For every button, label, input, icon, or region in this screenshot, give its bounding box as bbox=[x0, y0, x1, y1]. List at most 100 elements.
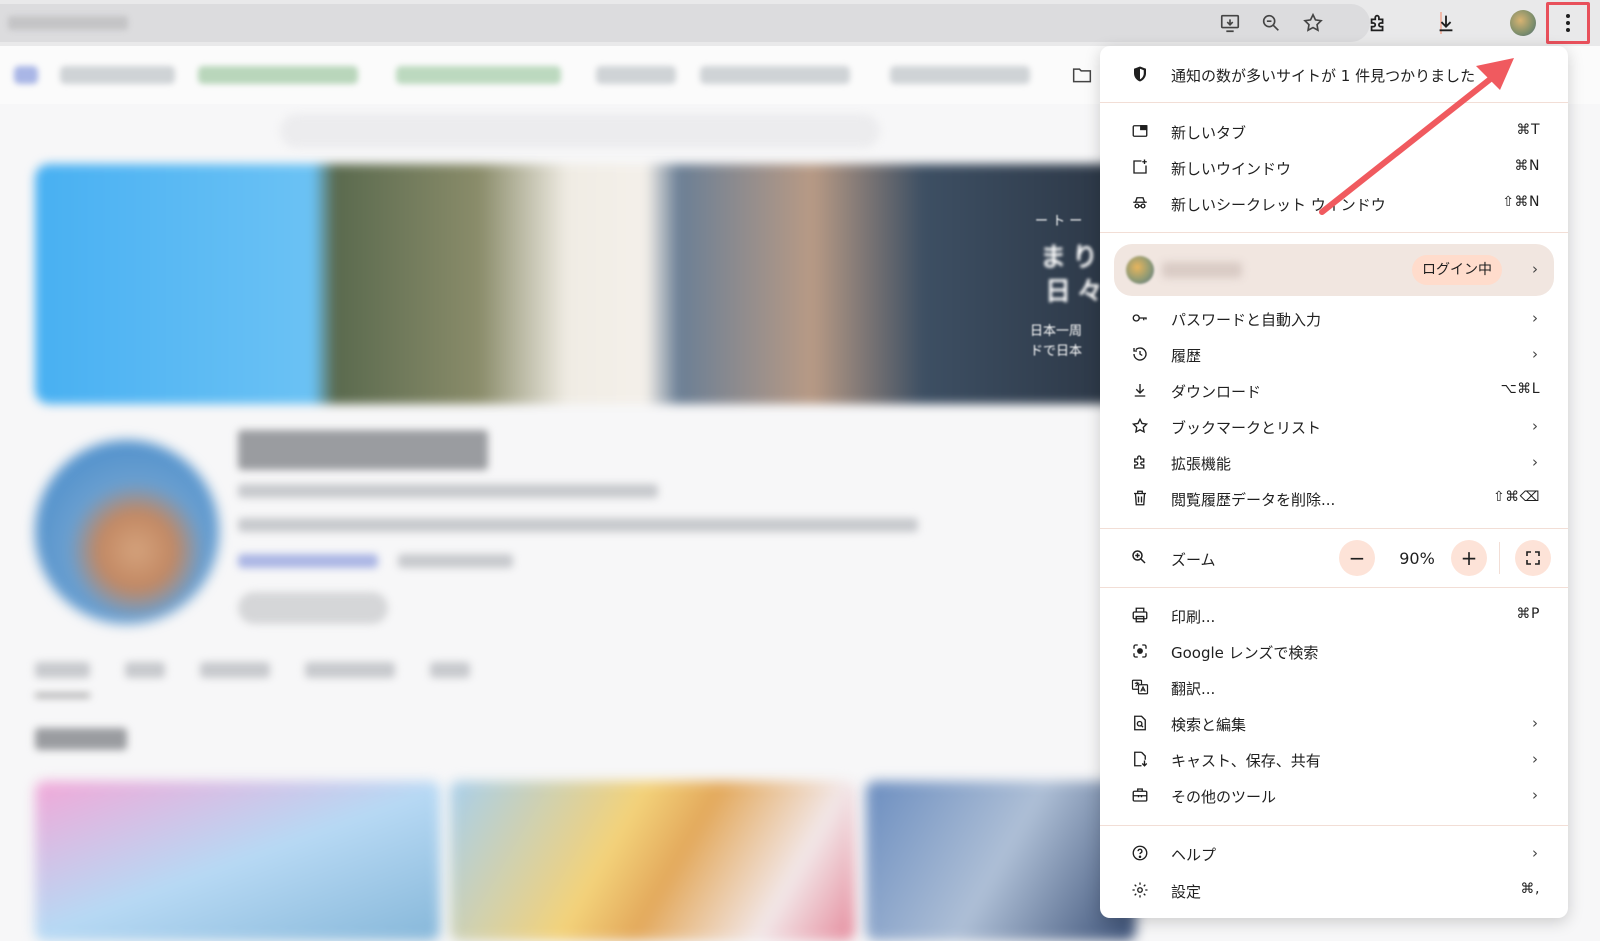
bookmark-item[interactable] bbox=[596, 66, 676, 84]
profile-avatar-small bbox=[1126, 256, 1154, 284]
bookmark-item[interactable] bbox=[700, 66, 850, 84]
notification-review-item[interactable]: 通知の数が多いサイトが 1 件見つかりました bbox=[1100, 56, 1568, 92]
settings-label: 設定 bbox=[1171, 883, 1202, 901]
folder-icon bbox=[1072, 67, 1092, 82]
help-icon bbox=[1130, 843, 1150, 863]
bookmark-item[interactable] bbox=[396, 66, 561, 84]
translate-item[interactable]: 翻訳... bbox=[1100, 669, 1568, 705]
download-icon bbox=[1130, 380, 1150, 400]
tab-blurred[interactable] bbox=[125, 662, 165, 678]
tab-blurred[interactable] bbox=[305, 662, 395, 678]
address-text-blurred bbox=[8, 16, 128, 30]
new-incognito-window-label: 新しいシークレット ウインドウ bbox=[1171, 196, 1386, 214]
channel-avatar[interactable] bbox=[35, 440, 219, 624]
more-tools-item[interactable]: その他のツール › bbox=[1100, 777, 1568, 813]
new-window-label: 新しいウインドウ bbox=[1171, 160, 1292, 178]
subscribe-button-blurred[interactable] bbox=[238, 592, 388, 624]
new-incognito-window-item[interactable]: 新しいシークレット ウインドウ ⇧⌘N bbox=[1100, 185, 1568, 221]
zoom-icon[interactable] bbox=[1256, 8, 1286, 38]
banner-text-1: まり bbox=[1040, 243, 1105, 273]
extensions-item[interactable]: 拡張機能 › bbox=[1100, 444, 1568, 480]
tab-blurred[interactable] bbox=[35, 662, 90, 678]
profile-avatar[interactable] bbox=[1510, 10, 1536, 36]
find-edit-item[interactable]: 検索と編集 › bbox=[1100, 705, 1568, 741]
bookmark-item[interactable] bbox=[60, 66, 175, 84]
bookmark-item[interactable] bbox=[890, 66, 1030, 84]
translate-label: 翻訳... bbox=[1171, 680, 1216, 698]
downloads-shortcut: ⌥⌘L bbox=[1500, 381, 1540, 397]
zoom-row: ズーム − 90% + bbox=[1100, 538, 1568, 578]
history-item[interactable]: 履歴 › bbox=[1100, 336, 1568, 372]
cast-save-share-item[interactable]: キャスト、保存、共有 › bbox=[1100, 741, 1568, 777]
more-tools-label: その他のツール bbox=[1171, 788, 1277, 806]
star-icon bbox=[1130, 416, 1150, 436]
new-incognito-window-shortcut: ⇧⌘N bbox=[1502, 194, 1540, 210]
menu-divider bbox=[1100, 102, 1568, 103]
help-item[interactable]: ヘルプ › bbox=[1100, 835, 1568, 871]
new-tab-icon bbox=[1130, 121, 1150, 141]
bookmark-item[interactable] bbox=[198, 66, 358, 84]
trash-icon bbox=[1130, 488, 1150, 508]
video-thumbnail[interactable] bbox=[35, 781, 440, 941]
chevron-right-icon: › bbox=[1532, 345, 1538, 363]
video-thumbnail[interactable] bbox=[450, 781, 855, 941]
history-label: 履歴 bbox=[1171, 347, 1202, 365]
downloads-item[interactable]: ダウンロード ⌥⌘L bbox=[1100, 372, 1568, 408]
tab-blurred[interactable] bbox=[430, 662, 470, 678]
chrome-menu-button[interactable] bbox=[1546, 2, 1590, 44]
toolbox-icon bbox=[1130, 785, 1150, 805]
settings-item[interactable]: 設定 ⌘, bbox=[1100, 872, 1568, 908]
print-shortcut: ⌘P bbox=[1516, 606, 1540, 622]
video-thumbnail[interactable] bbox=[866, 781, 1136, 941]
new-tab-item[interactable]: 新しいタブ ⌘T bbox=[1100, 113, 1568, 149]
fullscreen-icon bbox=[1526, 551, 1540, 565]
signed-in-badge: ログイン中 bbox=[1412, 255, 1502, 285]
tab-blurred[interactable] bbox=[200, 662, 270, 678]
new-window-item[interactable]: 新しいウインドウ ⌘N bbox=[1100, 149, 1568, 185]
clear-browsing-data-item[interactable]: 閲覧履歴データを削除... ⇧⌘⌫ bbox=[1100, 480, 1568, 516]
print-label: 印刷... bbox=[1171, 608, 1216, 626]
printer-icon bbox=[1130, 605, 1150, 625]
chevron-right-icon: › bbox=[1532, 309, 1538, 327]
chevron-right-icon: › bbox=[1532, 453, 1538, 471]
google-lens-label: Google レンズで検索 bbox=[1171, 644, 1319, 662]
more-vert-icon bbox=[1566, 14, 1570, 32]
download-icon[interactable] bbox=[1431, 8, 1461, 38]
settings-shortcut: ⌘, bbox=[1520, 881, 1540, 897]
extensions-puzzle-icon[interactable] bbox=[1363, 8, 1393, 38]
install-app-icon[interactable] bbox=[1215, 8, 1245, 38]
zoom-divider bbox=[1499, 542, 1500, 574]
channel-link-blurred[interactable] bbox=[238, 554, 378, 568]
passwords-autofill-label: パスワードと自動入力 bbox=[1171, 311, 1322, 329]
google-lens-item[interactable]: Google レンズで検索 bbox=[1100, 633, 1568, 669]
find-edit-label: 検索と編集 bbox=[1171, 716, 1247, 734]
new-window-shortcut: ⌘N bbox=[1514, 158, 1540, 174]
new-tab-shortcut: ⌘T bbox=[1516, 122, 1540, 138]
extensions-label: 拡張機能 bbox=[1171, 455, 1232, 473]
address-bar[interactable] bbox=[0, 4, 1370, 42]
new-tab-label: 新しいタブ bbox=[1171, 124, 1247, 142]
passwords-autofill-item[interactable]: パスワードと自動入力 › bbox=[1100, 300, 1568, 336]
bookmarks-lists-item[interactable]: ブックマークとリスト › bbox=[1100, 408, 1568, 444]
page-search-bar-blurred[interactable] bbox=[280, 114, 880, 148]
translate-icon bbox=[1130, 677, 1150, 697]
bookmark-star-icon[interactable] bbox=[1298, 8, 1328, 38]
zoom-value: 90% bbox=[1399, 549, 1435, 568]
bookmark-item[interactable] bbox=[14, 66, 38, 84]
menu-divider bbox=[1100, 825, 1568, 826]
downloads-label: ダウンロード bbox=[1171, 383, 1262, 401]
zoom-out-button[interactable]: − bbox=[1339, 540, 1375, 576]
notification-label: 通知の数が多いサイトが 1 件見つかりました bbox=[1171, 67, 1476, 85]
profile-name-blurred bbox=[1162, 262, 1242, 278]
menu-divider bbox=[1100, 232, 1568, 233]
fullscreen-button[interactable] bbox=[1515, 540, 1551, 576]
lens-icon bbox=[1130, 641, 1150, 661]
zoom-in-button[interactable]: + bbox=[1451, 540, 1487, 576]
save-share-icon bbox=[1130, 749, 1150, 769]
print-item[interactable]: 印刷... ⌘P bbox=[1100, 597, 1568, 633]
section-title-blurred bbox=[35, 728, 127, 750]
channel-link-extra-blurred bbox=[398, 554, 513, 568]
profile-row[interactable]: ログイン中 › bbox=[1114, 244, 1554, 296]
history-icon bbox=[1130, 344, 1150, 364]
banner-small-1: 日本一周 bbox=[1030, 324, 1083, 339]
